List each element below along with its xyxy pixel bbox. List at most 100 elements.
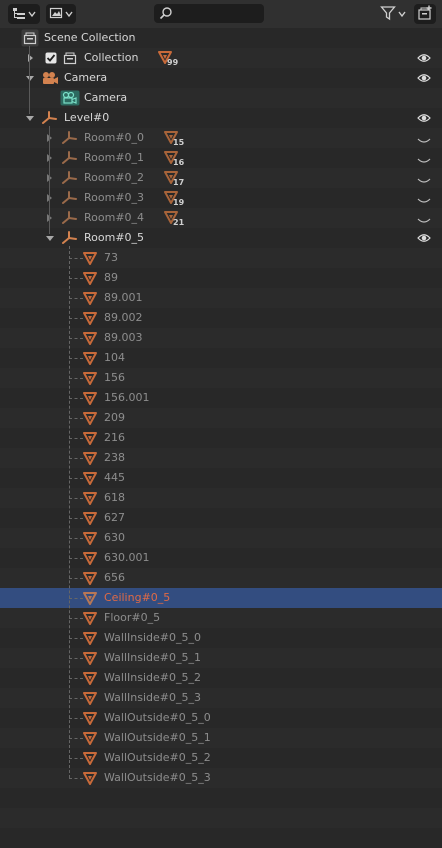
item-label: 630 (104, 531, 125, 544)
tree-item-mesh[interactable]: WallInside#0_5_2 (0, 668, 442, 688)
tree-item-mesh[interactable]: Floor#0_5 (0, 608, 442, 628)
mesh-object-icon (83, 431, 97, 448)
camera-object-icon (41, 71, 59, 88)
tree-item-mesh[interactable]: 89.001 (0, 288, 442, 308)
mesh-object-icon (83, 351, 97, 368)
item-label: 627 (104, 511, 125, 524)
tree-item-room[interactable]: Room#0_0 15 (0, 128, 442, 148)
outliner-display-mode-icon (12, 6, 26, 23)
tree-connector (69, 618, 83, 619)
tree-item-mesh[interactable]: 630 (0, 528, 442, 548)
child-count-badge: 99 (167, 58, 179, 67)
empty-row (0, 828, 442, 848)
tree-item-room[interactable]: Room#0_3 19 (0, 188, 442, 208)
tree-item-mesh[interactable]: 445 (0, 468, 442, 488)
tree-item-scene-collection[interactable]: Scene Collection (0, 28, 442, 48)
mesh-object-icon (83, 471, 97, 488)
tree-item-mesh[interactable]: 209 (0, 408, 442, 428)
search-input[interactable] (176, 5, 262, 22)
item-label: Level#0 (64, 111, 110, 124)
eye-closed-icon[interactable] (417, 175, 431, 188)
tree-item-room[interactable]: Room#0_4 21 (0, 208, 442, 228)
item-label: 156 (104, 371, 125, 384)
expand-arrow-down-icon[interactable] (26, 76, 34, 81)
tree-item-mesh[interactable]: Ceiling#0_5 (0, 588, 442, 608)
tree-item-level[interactable]: Level#0 (0, 108, 442, 128)
item-label: Camera (84, 91, 128, 104)
scene-collection-icon (21, 29, 39, 50)
mesh-object-icon (83, 251, 97, 268)
tree-item-mesh[interactable]: 104 (0, 348, 442, 368)
tree-item-room-expanded[interactable]: Room#0_5 (0, 228, 442, 248)
expand-arrow-down-icon[interactable] (26, 116, 34, 121)
tree-item-mesh[interactable]: WallOutside#0_5_3 (0, 768, 442, 788)
eye-closed-icon[interactable] (417, 155, 431, 168)
tree-item-room[interactable]: Room#0_1 16 (0, 148, 442, 168)
view-filter-dropdown[interactable] (46, 4, 76, 24)
tree-item-mesh[interactable]: 630.001 (0, 548, 442, 568)
expand-arrow-down-icon[interactable] (46, 236, 54, 241)
mesh-object-icon (83, 551, 97, 568)
mesh-object-icon (83, 671, 97, 688)
mesh-object-icon (83, 391, 97, 408)
mesh-object-icon (83, 531, 97, 548)
tree-connector (69, 638, 83, 639)
tree-item-mesh[interactable]: 156.001 (0, 388, 442, 408)
empty-row (0, 788, 442, 808)
tree-item-mesh[interactable]: 73 (0, 248, 442, 268)
mesh-object-icon (83, 611, 97, 628)
tree-item-mesh[interactable]: 156 (0, 368, 442, 388)
empty-object-icon (61, 150, 77, 169)
chevron-down-icon (65, 8, 73, 21)
item-label: Ceiling#0_5 (104, 591, 171, 604)
tree-connector (69, 298, 83, 299)
tree-item-collection[interactable]: Collection 99 (0, 48, 442, 68)
eye-closed-icon[interactable] (417, 215, 431, 228)
tree-item-mesh[interactable]: WallInside#0_5_1 (0, 648, 442, 668)
tree-item-mesh[interactable]: WallOutside#0_5_0 (0, 708, 442, 728)
tree-item-mesh[interactable]: WallInside#0_5_0 (0, 628, 442, 648)
tree-item-mesh[interactable]: WallOutside#0_5_1 (0, 728, 442, 748)
tree-item-mesh[interactable]: 89.002 (0, 308, 442, 328)
empty-row (0, 808, 442, 828)
new-collection-icon (417, 5, 433, 24)
tree-item-mesh[interactable]: WallInside#0_5_3 (0, 688, 442, 708)
mesh-object-icon (83, 411, 97, 428)
tree-item-mesh[interactable]: 89.003 (0, 328, 442, 348)
item-label: WallOutside#0_5_2 (104, 751, 211, 764)
tree-item-mesh[interactable]: WallOutside#0_5_2 (0, 748, 442, 768)
tree-connector (69, 738, 83, 739)
mesh-object-icon (83, 751, 97, 768)
tree-item-mesh[interactable]: 89 (0, 268, 442, 288)
tree-item-mesh[interactable]: 627 (0, 508, 442, 528)
tree-connector (69, 258, 83, 259)
tree-item-camera-data[interactable]: Camera (0, 88, 442, 108)
eye-closed-icon[interactable] (417, 135, 431, 148)
exclude-checkbox[interactable] (45, 52, 57, 67)
new-collection-button[interactable] (414, 4, 436, 24)
display-mode-dropdown[interactable] (8, 4, 40, 24)
item-label: 630.001 (104, 551, 150, 564)
eye-icon[interactable] (417, 233, 431, 246)
item-label: 216 (104, 431, 125, 444)
item-label: 618 (104, 491, 125, 504)
filter-dropdown[interactable] (377, 4, 409, 24)
item-label: 156.001 (104, 391, 150, 404)
item-label: WallInside#0_5_3 (104, 691, 201, 704)
tree-item-camera[interactable]: Camera (0, 68, 442, 88)
tree-item-room[interactable]: Room#0_2 17 (0, 168, 442, 188)
search-field[interactable] (154, 4, 264, 23)
tree-item-mesh[interactable]: 618 (0, 488, 442, 508)
eye-icon[interactable] (417, 53, 431, 66)
eye-icon[interactable] (417, 113, 431, 126)
tree-connector (69, 718, 83, 719)
tree-item-mesh[interactable]: 656 (0, 568, 442, 588)
item-label: Floor#0_5 (104, 611, 161, 624)
tree-item-mesh[interactable]: 216 (0, 428, 442, 448)
eye-icon[interactable] (417, 73, 431, 86)
eye-closed-icon[interactable] (417, 195, 431, 208)
item-label: Room#0_1 (84, 151, 145, 164)
item-label: WallInside#0_5_2 (104, 671, 201, 684)
tree-item-mesh[interactable]: 238 (0, 448, 442, 468)
child-count-badge: 19 (173, 198, 185, 207)
